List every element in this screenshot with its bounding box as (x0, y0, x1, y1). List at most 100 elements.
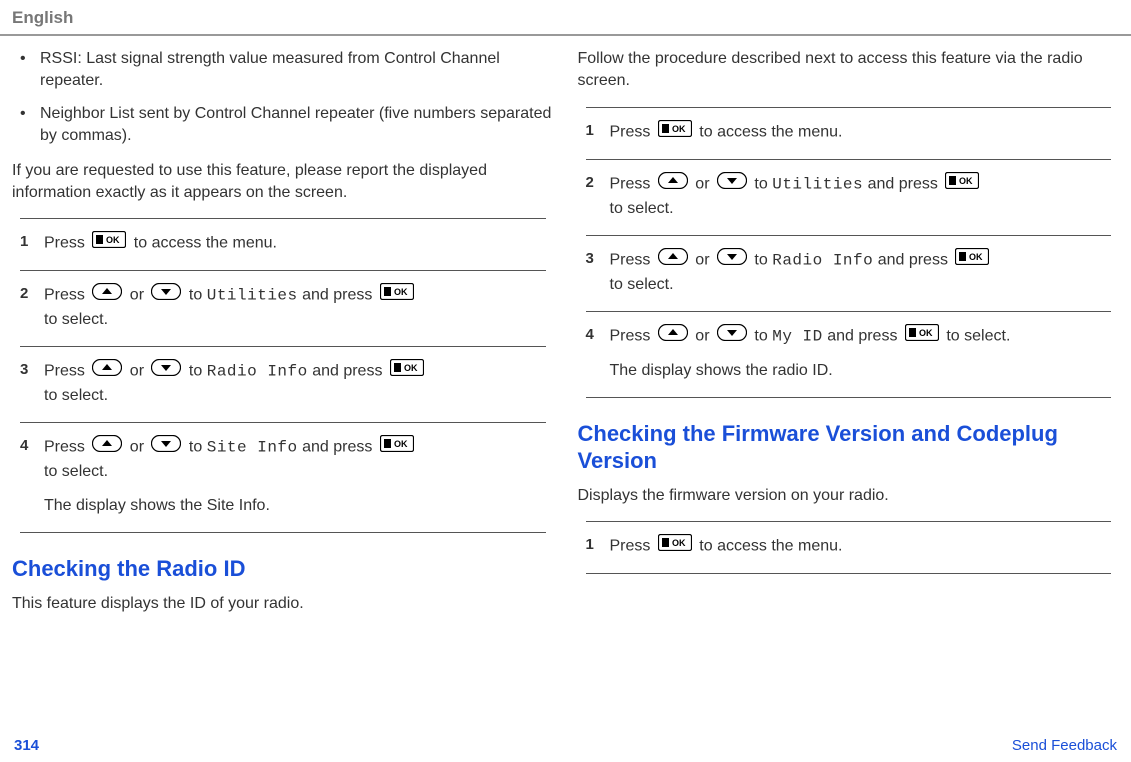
page-header: English (0, 0, 1131, 36)
step-text: or (130, 287, 149, 304)
step-text: Press (44, 287, 89, 304)
svg-text:OK: OK (394, 439, 408, 449)
step-number: 1 (20, 231, 44, 256)
language-label: English (12, 8, 73, 27)
step-text: and press (312, 363, 387, 380)
step-body: Press or to My ID and press OK to select… (610, 324, 1112, 383)
step-text: and press (302, 439, 377, 456)
ok-button-icon: OK (380, 435, 414, 460)
step-number: 3 (586, 248, 610, 297)
step-text: Press (44, 439, 89, 456)
step-item: 4 Press or to My ID and press OK to sele… (586, 311, 1112, 398)
step-text: to (754, 176, 772, 193)
step-text: to select. (44, 460, 546, 484)
step-body: Press OK to access the menu. (610, 534, 1112, 559)
step-text: to (189, 363, 207, 380)
svg-text:OK: OK (969, 252, 983, 262)
step-text: to (189, 439, 207, 456)
step-text: Press (44, 235, 89, 252)
step-number: 4 (20, 435, 44, 518)
step-text: to (189, 287, 207, 304)
step-item: 3 Press or to Radio Info and press OK to… (586, 235, 1112, 311)
send-feedback-link[interactable]: Send Feedback (1012, 737, 1117, 754)
step-item: 1 Press OK to access the menu. (20, 218, 546, 270)
step-body: Press or to Radio Info and press OK to s… (44, 359, 546, 408)
step-number: 2 (586, 172, 610, 221)
steps-list: 1 Press OK to access the menu. 2 Press o… (20, 218, 546, 533)
step-item: 4 Press or to Site Info and press OK to … (20, 422, 546, 533)
menu-name: Radio Info (772, 252, 873, 270)
svg-text:OK: OK (919, 328, 933, 338)
down-button-icon (717, 324, 747, 349)
ok-button-icon: OK (955, 248, 989, 273)
step-item: 1 Press OK to access the menu. (586, 107, 1112, 159)
step-body: Press or to Radio Info and press OK to s… (610, 248, 1112, 297)
right-column: Follow the procedure described next to a… (578, 48, 1120, 629)
step-text: or (695, 176, 714, 193)
step-text: to select. (610, 197, 1112, 221)
up-button-icon (658, 324, 688, 349)
step-text: Press (610, 176, 655, 193)
step-text: to select. (44, 384, 546, 408)
step-text: to (754, 328, 772, 345)
step-text: to access the menu. (699, 124, 842, 141)
step-number: 1 (586, 120, 610, 145)
section-heading-firmware: Checking the Firmware Version and Codepl… (578, 420, 1120, 475)
intro-paragraph: If you are requested to use this feature… (12, 160, 554, 205)
svg-text:OK: OK (672, 124, 686, 134)
svg-text:OK: OK (404, 363, 418, 373)
step-body: Press or to Utilities and press OK to se… (610, 172, 1112, 221)
step-result: The display shows the radio ID. (610, 359, 1112, 383)
step-text: and press (868, 176, 943, 193)
step-text: and press (302, 287, 377, 304)
menu-name: Radio Info (207, 363, 308, 381)
step-text: and press (878, 252, 953, 269)
step-text: Press (44, 363, 89, 380)
content-area: RSSI: Last signal strength value measure… (0, 36, 1131, 641)
section-desc: Displays the firmware version on your ra… (578, 485, 1120, 507)
down-button-icon (717, 172, 747, 197)
step-text: or (695, 252, 714, 269)
step-item: 3 Press or to Radio Info and press OK to… (20, 346, 546, 422)
left-column: RSSI: Last signal strength value measure… (12, 48, 554, 629)
up-button-icon (658, 172, 688, 197)
up-button-icon (92, 283, 122, 308)
page-number: 314 (14, 737, 39, 754)
section-desc: This feature displays the ID of your rad… (12, 593, 554, 615)
step-text: Press (610, 328, 655, 345)
step-text: to access the menu. (134, 235, 277, 252)
section-heading-radio-id: Checking the Radio ID (12, 555, 554, 583)
step-text: Press (610, 124, 655, 141)
up-button-icon (658, 248, 688, 273)
down-button-icon (151, 283, 181, 308)
menu-name: Utilities (207, 287, 298, 305)
svg-text:OK: OK (959, 176, 973, 186)
step-text: to access the menu. (699, 538, 842, 555)
ok-button-icon: OK (390, 359, 424, 384)
list-item: RSSI: Last signal strength value measure… (12, 48, 554, 93)
step-text: to (754, 252, 772, 269)
steps-list: 1 Press OK to access the menu. 2 Press o… (586, 107, 1112, 398)
ok-button-icon: OK (92, 231, 126, 256)
down-button-icon (717, 248, 747, 273)
list-item: Neighbor List sent by Control Channel re… (12, 103, 554, 148)
step-text: or (130, 363, 149, 380)
up-button-icon (92, 435, 122, 460)
bullet-list: RSSI: Last signal strength value measure… (12, 48, 554, 148)
step-text: or (695, 328, 714, 345)
step-result: The display shows the Site Info. (44, 494, 546, 518)
step-text: or (130, 439, 149, 456)
step-text: to select. (946, 328, 1010, 345)
svg-text:OK: OK (106, 235, 120, 245)
menu-name: My ID (772, 328, 823, 346)
step-text: Press (610, 252, 655, 269)
svg-text:OK: OK (394, 287, 408, 297)
down-button-icon (151, 435, 181, 460)
step-text: and press (827, 328, 902, 345)
page-footer: 314 Send Feedback (0, 737, 1131, 754)
step-body: Press OK to access the menu. (610, 120, 1112, 145)
step-text: to select. (610, 273, 1112, 297)
step-number: 1 (586, 534, 610, 559)
steps-list: 1 Press OK to access the menu. (586, 521, 1112, 574)
ok-button-icon: OK (905, 324, 939, 349)
